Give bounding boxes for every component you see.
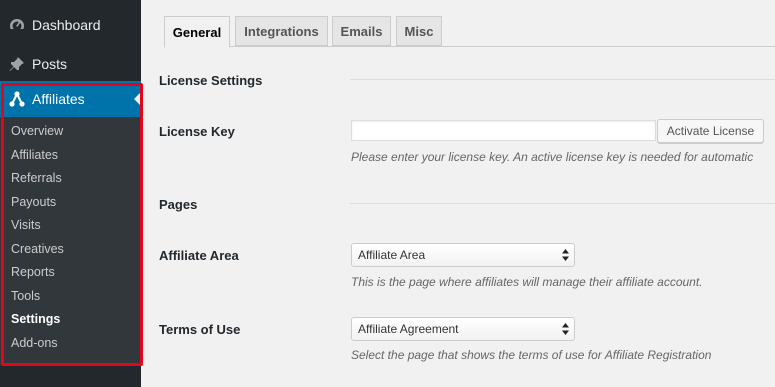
section-divider bbox=[350, 203, 775, 204]
submenu-reports[interactable]: Reports bbox=[11, 265, 55, 279]
sidebar-collapsed-area bbox=[0, 365, 141, 387]
menu-posts[interactable]: Posts bbox=[0, 46, 141, 82]
affiliate-network-icon bbox=[9, 91, 25, 107]
license-key-input[interactable] bbox=[351, 120, 656, 141]
terms-of-use-label: Terms of Use bbox=[159, 322, 241, 337]
menu-dashboard[interactable]: Dashboard bbox=[0, 7, 141, 43]
menu-affiliates[interactable]: Affiliates bbox=[0, 81, 141, 117]
dashboard-icon bbox=[9, 17, 25, 33]
submenu-referrals[interactable]: Referrals bbox=[11, 171, 62, 185]
affiliate-area-select[interactable]: Affiliate Area bbox=[351, 243, 575, 267]
submenu-visits[interactable]: Visits bbox=[11, 218, 41, 232]
affiliate-area-description: This is the page where affiliates will m… bbox=[351, 275, 703, 289]
submenu-settings[interactable]: Settings bbox=[11, 312, 60, 326]
terms-of-use-description: Select the page that shows the terms of … bbox=[351, 348, 712, 362]
submenu-affiliates[interactable]: Affiliates bbox=[11, 148, 58, 162]
tab-misc[interactable]: Misc bbox=[396, 16, 442, 46]
affiliate-area-label: Affiliate Area bbox=[159, 248, 239, 263]
menu-posts-label: Posts bbox=[32, 56, 68, 72]
select-updown-icon bbox=[562, 249, 569, 261]
terms-of-use-selected: Affiliate Agreement bbox=[358, 322, 459, 336]
submenu-creatives[interactable]: Creatives bbox=[11, 242, 64, 256]
menu-affiliates-label: Affiliates bbox=[32, 91, 85, 107]
affiliates-submenu: Overview Affiliates Referrals Payouts Vi… bbox=[0, 117, 141, 365]
activate-license-button[interactable]: Activate License bbox=[657, 119, 764, 143]
tab-general[interactable]: General bbox=[164, 16, 230, 48]
settings-content: General Integrations Emails Misc License… bbox=[141, 0, 775, 387]
tab-integrations[interactable]: Integrations bbox=[235, 16, 328, 46]
menu-dashboard-label: Dashboard bbox=[32, 17, 101, 33]
submenu-add-ons[interactable]: Add-ons bbox=[11, 336, 58, 350]
current-menu-arrow bbox=[134, 92, 141, 106]
submenu-payouts[interactable]: Payouts bbox=[11, 195, 56, 209]
license-key-label: License Key bbox=[159, 124, 235, 139]
license-settings-heading: License Settings bbox=[159, 73, 263, 88]
pushpin-icon bbox=[9, 56, 25, 72]
tab-emails[interactable]: Emails bbox=[332, 16, 391, 46]
license-key-description: Please enter your license key. An active… bbox=[351, 150, 754, 164]
pages-heading: Pages bbox=[159, 197, 198, 212]
select-updown-icon bbox=[562, 323, 569, 335]
terms-of-use-select[interactable]: Affiliate Agreement bbox=[351, 317, 575, 341]
section-divider bbox=[350, 79, 775, 80]
submenu-tools[interactable]: Tools bbox=[11, 289, 40, 303]
tab-baseline bbox=[164, 46, 775, 47]
admin-sidebar: Dashboard Posts Affiliates Overview Affi… bbox=[0, 0, 143, 387]
affiliate-area-selected: Affiliate Area bbox=[358, 248, 426, 262]
submenu-overview[interactable]: Overview bbox=[11, 124, 63, 138]
